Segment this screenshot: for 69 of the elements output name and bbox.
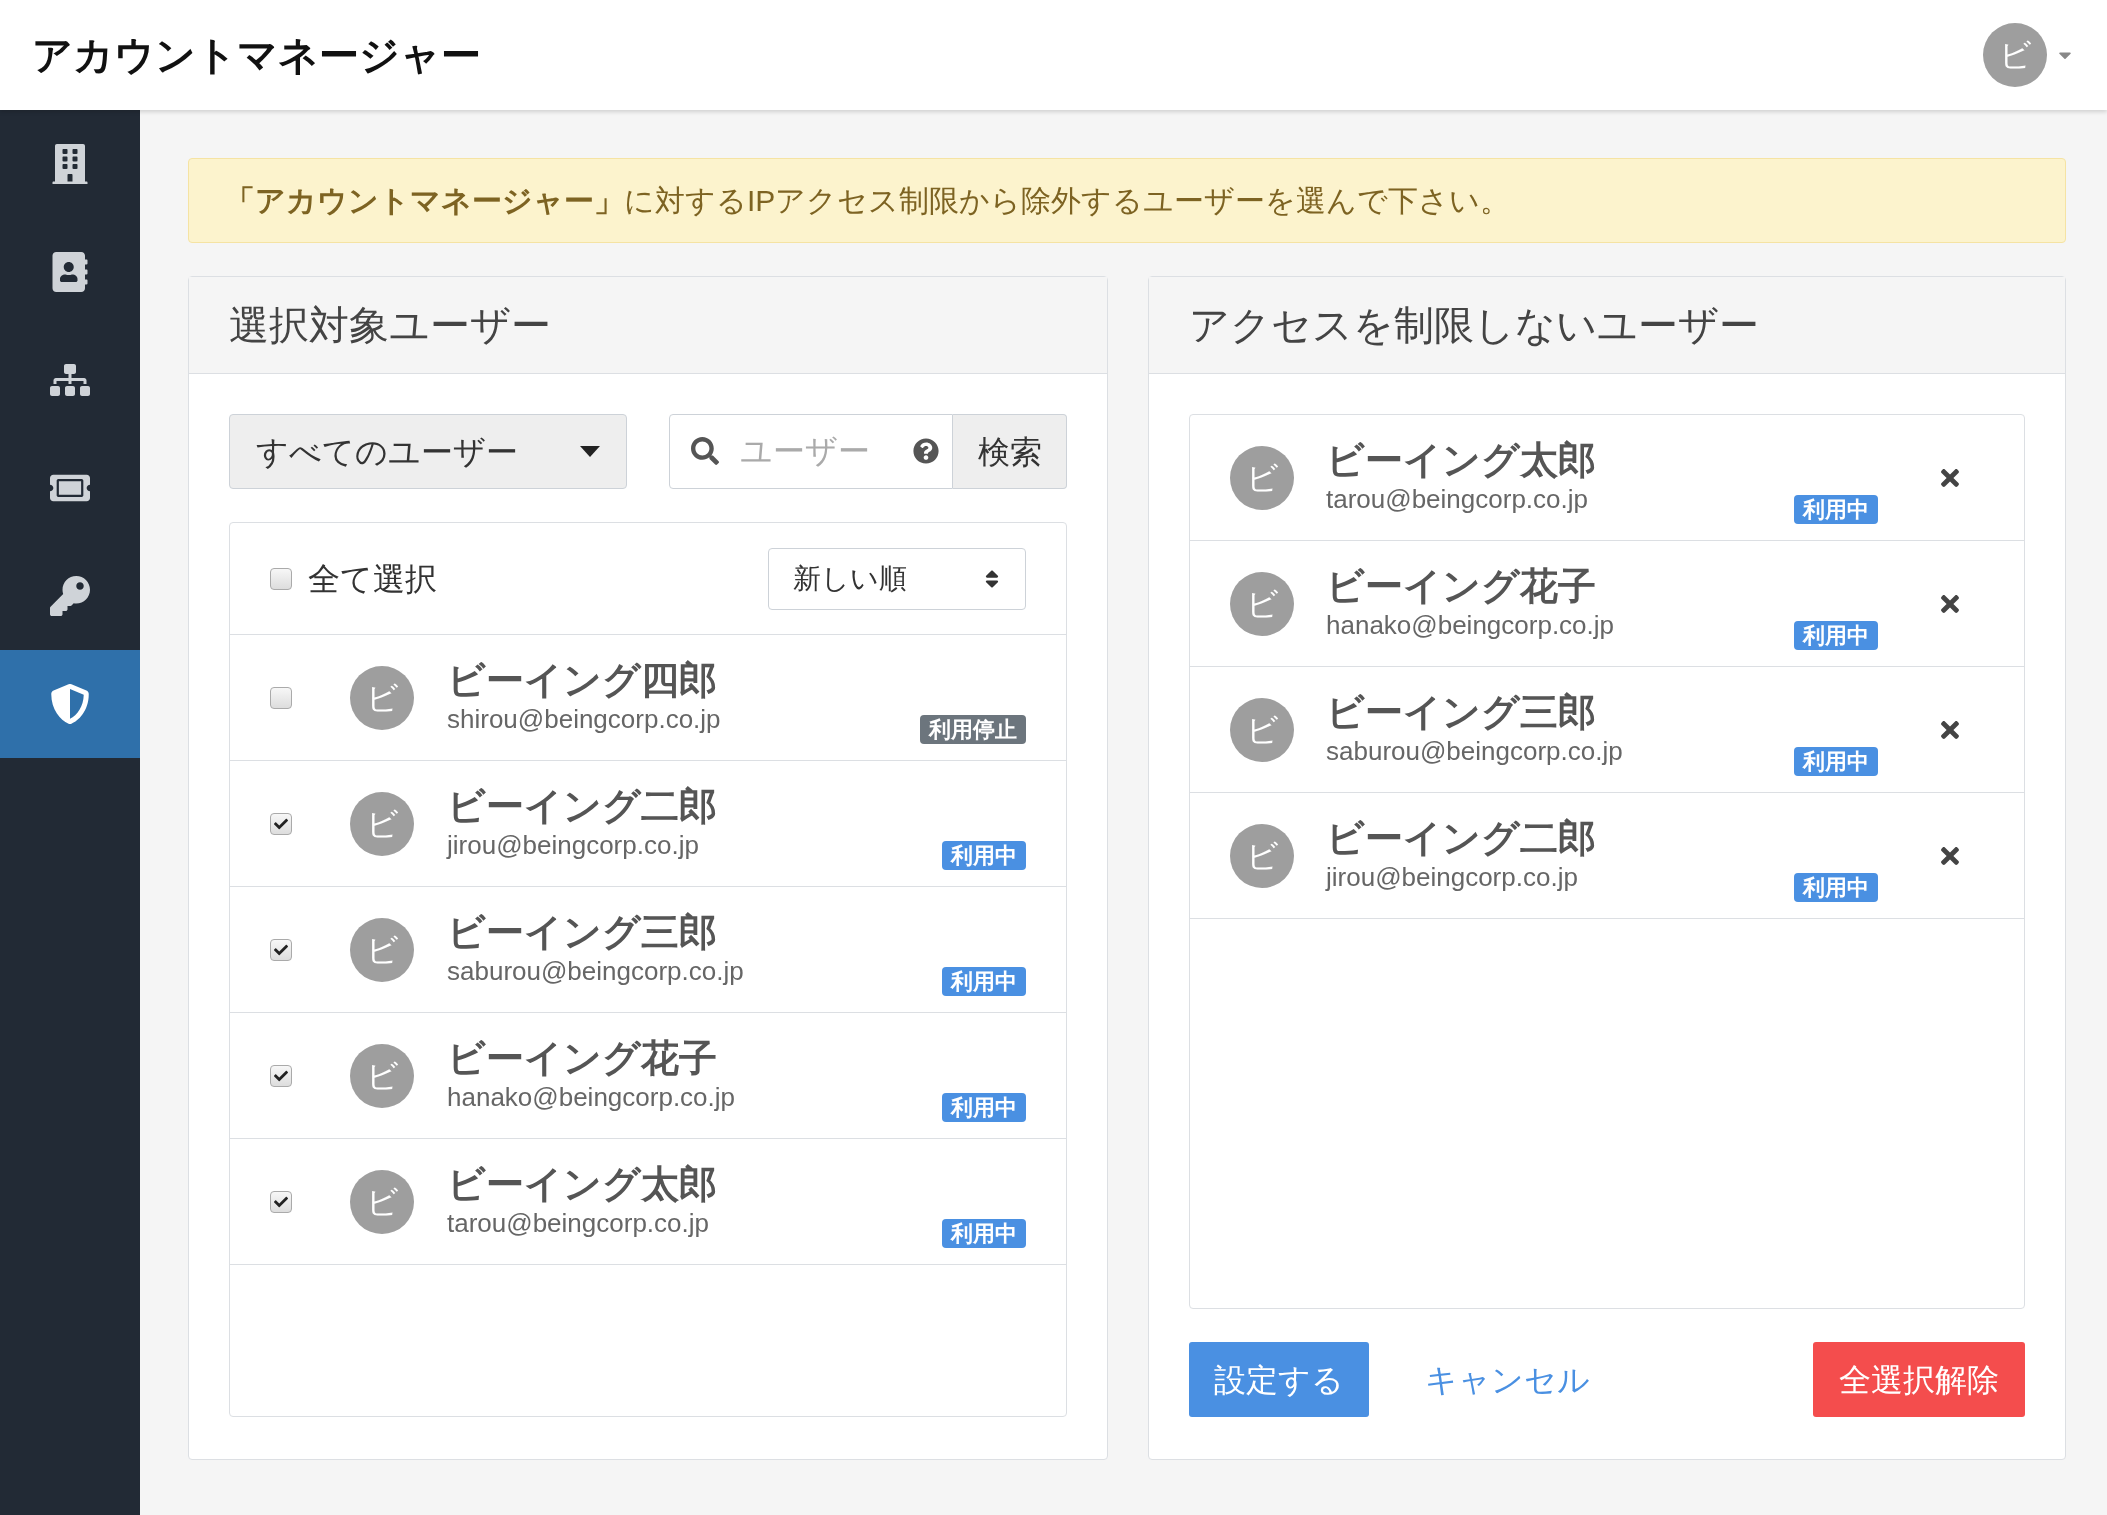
user-email: hanako@beingcorp.co.jp bbox=[1326, 609, 1616, 643]
status-badge: 利用中 bbox=[942, 841, 1026, 870]
help-icon bbox=[913, 438, 939, 464]
user-email: saburou@beingcorp.co.jp bbox=[447, 955, 745, 989]
user-filter-dropdown[interactable]: すべてのユーザー bbox=[229, 414, 627, 489]
checkbox[interactable] bbox=[270, 1190, 292, 1213]
user-name: ビーイング二郎 bbox=[447, 783, 718, 829]
caret-icon bbox=[580, 446, 600, 457]
user-email: jirou@beingcorp.co.jp bbox=[1326, 861, 1579, 895]
check-icon bbox=[274, 1068, 288, 1083]
user-name: ビーイング花子 bbox=[1326, 563, 1597, 609]
avatar: ビ bbox=[1230, 571, 1294, 636]
check-icon bbox=[274, 1194, 288, 1209]
avatar: ビ bbox=[350, 1169, 414, 1234]
shield-icon bbox=[50, 684, 90, 724]
status-badge: 利用停止 bbox=[920, 715, 1026, 744]
key-icon bbox=[50, 576, 90, 616]
avatar: ビ bbox=[1230, 697, 1294, 762]
user-name: ビーイング花子 bbox=[447, 1035, 718, 1081]
user-name: ビーイング三郎 bbox=[1326, 689, 1597, 735]
user-email: hanako@beingcorp.co.jp bbox=[447, 1081, 737, 1115]
avatar: ビ bbox=[350, 791, 414, 856]
user-email: shirou@beingcorp.co.jp bbox=[447, 703, 722, 737]
checkbox[interactable] bbox=[270, 1064, 292, 1087]
status-badge: 利用中 bbox=[1794, 747, 1878, 776]
user-email: jirou@beingcorp.co.jp bbox=[447, 829, 700, 863]
building-icon bbox=[50, 144, 90, 184]
user-row[interactable]: ビ ビーイング花子 hanako@beingcorp.co.jp 利用中 bbox=[230, 1013, 1066, 1139]
user-row[interactable]: ビ ビーイング太郎 tarou@beingcorp.co.jp 利用中 bbox=[230, 1139, 1066, 1265]
checkbox[interactable] bbox=[270, 567, 292, 590]
sidebar-item[interactable] bbox=[0, 650, 140, 758]
user-row[interactable]: ビ ビーイング三郎 saburou@beingcorp.co.jp 利用中 bbox=[230, 887, 1066, 1013]
status-badge: 利用中 bbox=[1794, 621, 1878, 650]
checkbox[interactable] bbox=[270, 812, 292, 835]
user-email: tarou@beingcorp.co.jp bbox=[1326, 483, 1589, 517]
search-field[interactable]: ユーザー bbox=[669, 414, 953, 489]
checkbox[interactable] bbox=[270, 686, 292, 709]
checkbox[interactable] bbox=[270, 938, 292, 961]
user-email: saburou@beingcorp.co.jp bbox=[1326, 735, 1624, 769]
avatar: ビ bbox=[1983, 23, 2047, 87]
app-title: アカウントマネージャー bbox=[32, 32, 481, 79]
avatar: ビ bbox=[1230, 445, 1294, 510]
select-all-label: 全て選択 bbox=[308, 559, 437, 599]
user-email: tarou@beingcorp.co.jp bbox=[447, 1207, 710, 1241]
user-name: ビーイング二郎 bbox=[1326, 815, 1597, 861]
user-row[interactable]: ビ ビーイング二郎 jirou@beingcorp.co.jp 利用中 bbox=[230, 761, 1066, 887]
check-icon bbox=[274, 816, 288, 831]
status-badge: 利用中 bbox=[942, 967, 1026, 996]
avatar: ビ bbox=[1230, 823, 1294, 888]
user-name: ビーイング太郎 bbox=[447, 1161, 718, 1207]
check-icon bbox=[274, 942, 288, 957]
avatar: ビ bbox=[350, 665, 414, 730]
status-badge: 利用中 bbox=[942, 1093, 1026, 1122]
user-row[interactable]: ビ ビーイング四郎 shirou@beingcorp.co.jp 利用停止 bbox=[230, 635, 1066, 761]
status-badge: 利用中 bbox=[1794, 873, 1878, 902]
user-name: ビーイング三郎 bbox=[447, 909, 718, 955]
search-icon bbox=[691, 437, 719, 465]
avatar: ビ bbox=[350, 917, 414, 982]
status-badge: 利用中 bbox=[1794, 495, 1878, 524]
sort-select[interactable]: 新しい順 bbox=[768, 547, 1026, 610]
search-button[interactable]: 検索 bbox=[953, 414, 1067, 489]
notice-text: 「アカウントマネージャー」に対するIPアクセス制限から除外するユーザーを選んで下さい。 bbox=[225, 183, 1511, 219]
user-name: ビーイング太郎 bbox=[1326, 437, 1597, 483]
user-name: ビーイング四郎 bbox=[447, 657, 718, 703]
status-badge: 利用中 bbox=[942, 1219, 1026, 1248]
panel-title: 選択対象ユーザー bbox=[229, 302, 551, 349]
panel-title: アクセスを制限しないユーザー bbox=[1189, 302, 1759, 349]
avatar: ビ bbox=[350, 1043, 414, 1108]
address-book-icon bbox=[50, 252, 90, 292]
